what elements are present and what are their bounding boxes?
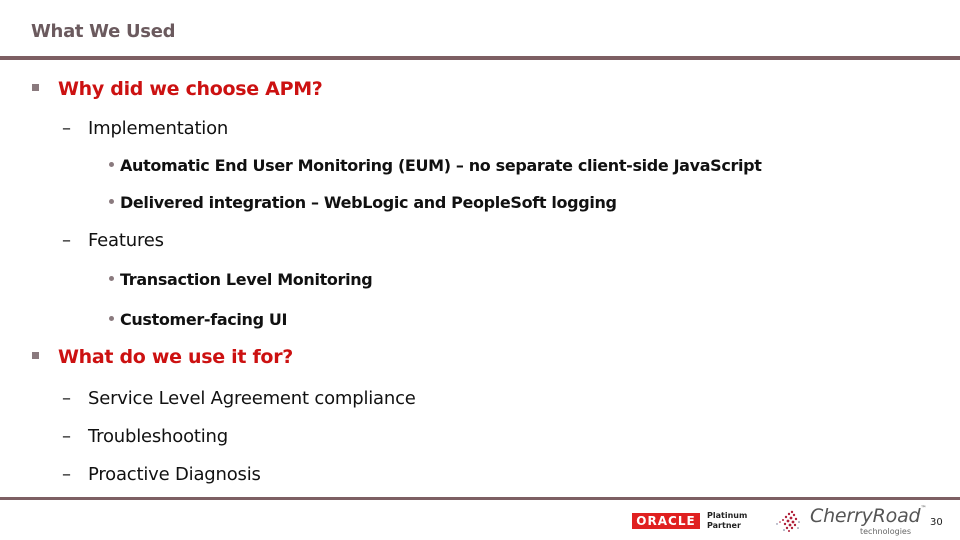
platinum-partner-label: Platinum Partner	[707, 511, 747, 531]
dash-bullet-icon: –	[62, 464, 71, 485]
oracle-logo: ORACLE	[632, 513, 700, 529]
subsection-label: Troubleshooting	[88, 426, 228, 447]
bottom-divider	[0, 497, 960, 500]
partner-line-1: Platinum	[707, 511, 748, 520]
section-heading-text: Why did we choose APM?	[58, 78, 323, 100]
dot-bullet-icon	[109, 276, 114, 281]
square-bullet-icon	[32, 352, 39, 359]
subsection-implementation: – Implementation	[62, 118, 228, 139]
section-heading-text: What do we use it for?	[58, 346, 293, 368]
section-heading-usage: What do we use it for?	[32, 346, 293, 368]
subsection-sla: – Service Level Agreement compliance	[62, 388, 416, 409]
subsection-label: Service Level Agreement compliance	[88, 388, 416, 409]
top-divider	[0, 56, 960, 60]
subsection-label: Features	[88, 230, 164, 251]
subsection-features: – Features	[62, 230, 164, 251]
dot-bullet-icon	[109, 199, 114, 204]
point-delivered-integration: Delivered integration – WebLogic and Peo…	[109, 193, 617, 212]
dot-bullet-icon	[109, 162, 114, 167]
point-eum: Automatic End User Monitoring (EUM) – no…	[109, 156, 762, 175]
subsection-label: Implementation	[88, 118, 229, 139]
subsection-label: Proactive Diagnosis	[88, 464, 261, 485]
dash-bullet-icon: –	[62, 230, 71, 251]
dot-bullet-icon	[109, 316, 114, 321]
point-text: Customer-facing UI	[120, 310, 288, 329]
dash-bullet-icon: –	[62, 426, 71, 447]
point-text: Transaction Level Monitoring	[120, 270, 373, 289]
square-bullet-icon	[32, 84, 39, 91]
dash-bullet-icon: –	[62, 118, 71, 139]
trademark-icon: ™	[920, 505, 927, 512]
point-text: Automatic End User Monitoring (EUM) – no…	[120, 156, 762, 175]
cherryroad-emblem-icon	[776, 510, 800, 532]
page-number: 30	[930, 517, 943, 528]
point-customer-ui: Customer-facing UI	[109, 310, 287, 329]
point-text: Delivered integration – WebLogic and Peo…	[120, 193, 617, 212]
dash-bullet-icon: –	[62, 388, 71, 409]
company-tagline: technologies	[860, 527, 911, 536]
subsection-proactive-diagnosis: – Proactive Diagnosis	[62, 464, 261, 485]
subsection-troubleshooting: – Troubleshooting	[62, 426, 228, 447]
company-name: CherryRoad	[810, 505, 921, 527]
point-transaction-monitoring: Transaction Level Monitoring	[109, 270, 373, 289]
cherryroad-logo-text: CherryRoad™	[810, 505, 926, 527]
slide-title: What We Used	[31, 21, 176, 42]
section-heading-why-apm: Why did we choose APM?	[32, 78, 323, 100]
partner-line-2: Partner	[707, 521, 741, 530]
